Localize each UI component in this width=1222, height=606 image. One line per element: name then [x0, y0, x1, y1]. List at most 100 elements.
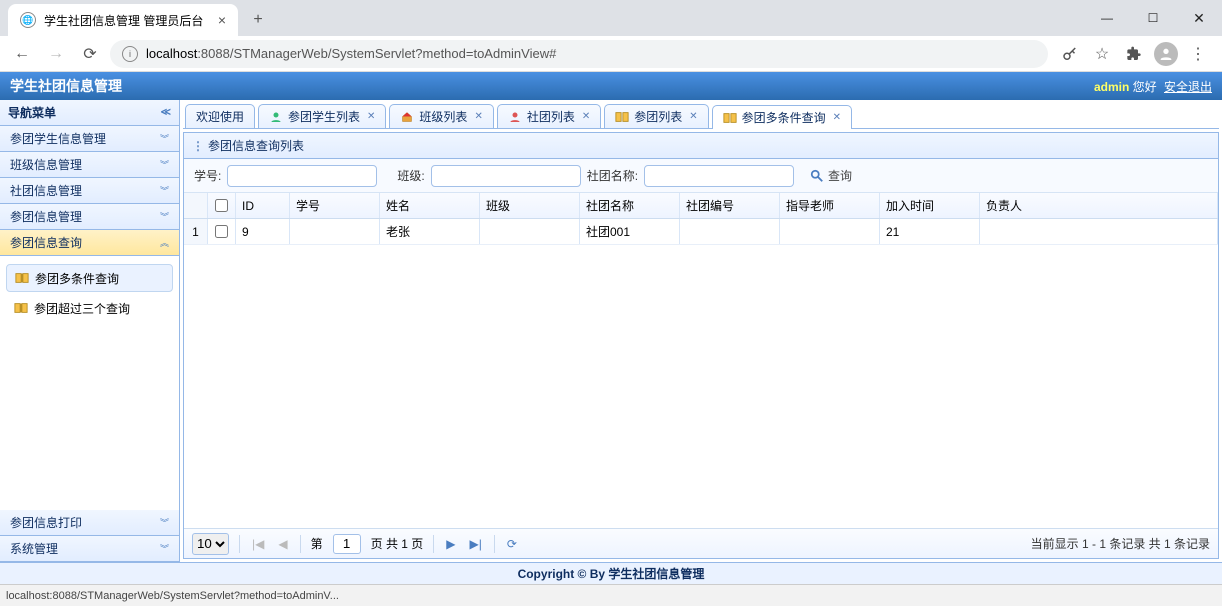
row-checkbox[interactable] — [215, 225, 228, 238]
first-page-button[interactable]: |◀ — [250, 537, 266, 551]
chevron-down-icon: ︾ — [160, 184, 169, 197]
sidebar-header: 导航菜单 ≪ — [0, 100, 179, 126]
browser-tab[interactable]: 🌐 学生社团信息管理 管理员后台 × — [8, 4, 238, 36]
prev-page-button[interactable]: ◀ — [276, 537, 289, 551]
col-join[interactable]: 加入时间 — [880, 193, 980, 218]
close-icon[interactable]: ✕ — [833, 112, 841, 123]
logout-link[interactable]: 安全退出 — [1164, 80, 1212, 94]
chevron-down-icon: ︾ — [160, 158, 169, 171]
next-page-button[interactable]: ▶ — [444, 537, 457, 551]
col-teacher[interactable]: 指导老师 — [780, 193, 880, 218]
tab-class-list[interactable]: 班级列表✕ — [389, 104, 493, 128]
club-input[interactable] — [644, 165, 794, 187]
col-clubid[interactable]: 社团编号 — [680, 193, 780, 218]
pager: 10 |◀ ◀ 第 页 共 1 页 ▶ ▶| ⟳ 当前显示 1 - 1 条记录 … — [184, 528, 1218, 558]
sidebar-item-system[interactable]: 系统管理︾ — [0, 536, 179, 562]
close-icon[interactable]: ✕ — [582, 111, 590, 122]
tab-club-list[interactable]: 社团列表✕ — [497, 104, 601, 128]
tab-welcome[interactable]: 欢迎使用 — [185, 104, 255, 128]
content-tabs: 欢迎使用 参团学生列表✕ 班级列表✕ 社团列表✕ 参团列表✕ 参团多条件查询✕ — [183, 103, 1219, 129]
chevron-up-icon: ︽ — [160, 236, 169, 249]
chevron-down-icon: ︾ — [160, 516, 169, 529]
browser-status-bar: localhost:8088/STManagerWeb/SystemServle… — [0, 584, 1222, 606]
window-close-icon[interactable]: ✕ — [1176, 2, 1222, 34]
close-tab-icon[interactable]: × — [206, 12, 226, 28]
new-tab-button[interactable]: + — [244, 6, 272, 34]
col-leader[interactable]: 负责人 — [980, 193, 1218, 218]
tab-multi-query[interactable]: 参团多条件查询✕ — [712, 105, 852, 129]
menu-icon[interactable]: ⋮ — [1186, 42, 1210, 66]
admin-name: admin — [1094, 80, 1129, 94]
book-icon — [615, 110, 629, 124]
page-label-pre: 第 — [311, 535, 323, 552]
cell-club: 社团001 — [580, 219, 680, 244]
minimize-icon[interactable]: — — [1084, 2, 1130, 34]
browser-tab-title: 学生社团信息管理 管理员后台 — [44, 12, 203, 29]
col-id[interactable]: ID — [236, 193, 290, 218]
book-icon — [14, 302, 28, 314]
search-button[interactable]: 查询 — [810, 167, 852, 184]
close-icon[interactable]: ✕ — [689, 111, 697, 122]
panel-header: 参团信息查询列表 — [184, 133, 1218, 159]
chevron-down-icon: ︾ — [160, 132, 169, 145]
cell-leader — [980, 219, 1218, 244]
sidebar-item-join-query[interactable]: 参团信息查询︽ — [0, 230, 179, 256]
globe-icon: 🌐 — [20, 12, 36, 28]
search-icon — [810, 169, 824, 183]
forward-button[interactable]: → — [42, 40, 70, 68]
table-row[interactable]: 1 9 老张 社团001 21 — [184, 219, 1218, 245]
club-label: 社团名称: — [587, 167, 638, 184]
reload-button[interactable]: ⟳ — [76, 40, 104, 68]
close-icon[interactable]: ✕ — [474, 111, 482, 122]
refresh-button[interactable]: ⟳ — [505, 537, 519, 551]
sidebar-item-student-info[interactable]: 参团学生信息管理︾ — [0, 126, 179, 152]
user-icon — [269, 110, 283, 124]
search-row: 学号: 班级: 社团名称: 查询 — [184, 159, 1218, 193]
sid-input[interactable] — [227, 165, 377, 187]
page-input[interactable] — [333, 534, 361, 554]
grid-header: ID 学号 姓名 班级 社团名称 社团编号 指导老师 加入时间 负责人 — [184, 193, 1218, 219]
class-input[interactable] — [431, 165, 581, 187]
col-club[interactable]: 社团名称 — [580, 193, 680, 218]
chevron-down-icon: ︾ — [160, 542, 169, 555]
cell-join: 21 — [880, 219, 980, 244]
last-page-button[interactable]: ▶| — [468, 537, 484, 551]
select-all-checkbox[interactable] — [215, 199, 228, 212]
close-icon[interactable]: ✕ — [367, 111, 375, 122]
page-label-post: 页 共 1 页 — [371, 535, 424, 552]
cell-clubid — [680, 219, 780, 244]
home-icon — [400, 110, 414, 124]
profile-icon[interactable] — [1154, 42, 1178, 66]
info-icon: i — [122, 46, 138, 62]
cell-sid — [290, 219, 380, 244]
col-name[interactable]: 姓名 — [380, 193, 480, 218]
back-button[interactable]: ← — [8, 40, 36, 68]
col-checkbox — [208, 193, 236, 218]
cell-class — [480, 219, 580, 244]
class-label: 班级: — [397, 167, 424, 184]
cell-teacher — [780, 219, 880, 244]
sidebar-item-join-info[interactable]: 参团信息管理︾ — [0, 204, 179, 230]
url-path: :8088/STManagerWeb/SystemServlet?method=… — [197, 46, 556, 61]
col-sid[interactable]: 学号 — [290, 193, 380, 218]
book-icon — [15, 272, 29, 284]
address-bar[interactable]: i localhost:8088/STManagerWeb/SystemServ… — [110, 40, 1048, 68]
collapse-sidebar-icon[interactable]: ≪ — [161, 107, 171, 118]
sidebar-sub-over-three-query[interactable]: 参团超过三个查询 — [0, 294, 179, 322]
app-footer: Copyright © By 学生社团信息管理 — [0, 562, 1222, 584]
extensions-icon[interactable] — [1122, 42, 1146, 66]
sid-label: 学号: — [194, 167, 221, 184]
key-icon[interactable] — [1058, 42, 1082, 66]
sidebar-item-print[interactable]: 参团信息打印︾ — [0, 510, 179, 536]
sidebar-item-class-info[interactable]: 班级信息管理︾ — [0, 152, 179, 178]
pager-info: 当前显示 1 - 1 条记录 共 1 条记录 — [1031, 535, 1210, 552]
tab-student-list[interactable]: 参团学生列表✕ — [258, 104, 386, 128]
col-class[interactable]: 班级 — [480, 193, 580, 218]
cell-id: 9 — [236, 219, 290, 244]
star-icon[interactable]: ☆ — [1090, 42, 1114, 66]
maximize-icon[interactable]: ☐ — [1130, 2, 1176, 34]
tab-join-list[interactable]: 参团列表✕ — [604, 104, 708, 128]
page-size-select[interactable]: 10 — [192, 533, 229, 555]
sidebar-item-club-info[interactable]: 社团信息管理︾ — [0, 178, 179, 204]
sidebar-sub-multi-query[interactable]: 参团多条件查询 — [6, 264, 173, 292]
